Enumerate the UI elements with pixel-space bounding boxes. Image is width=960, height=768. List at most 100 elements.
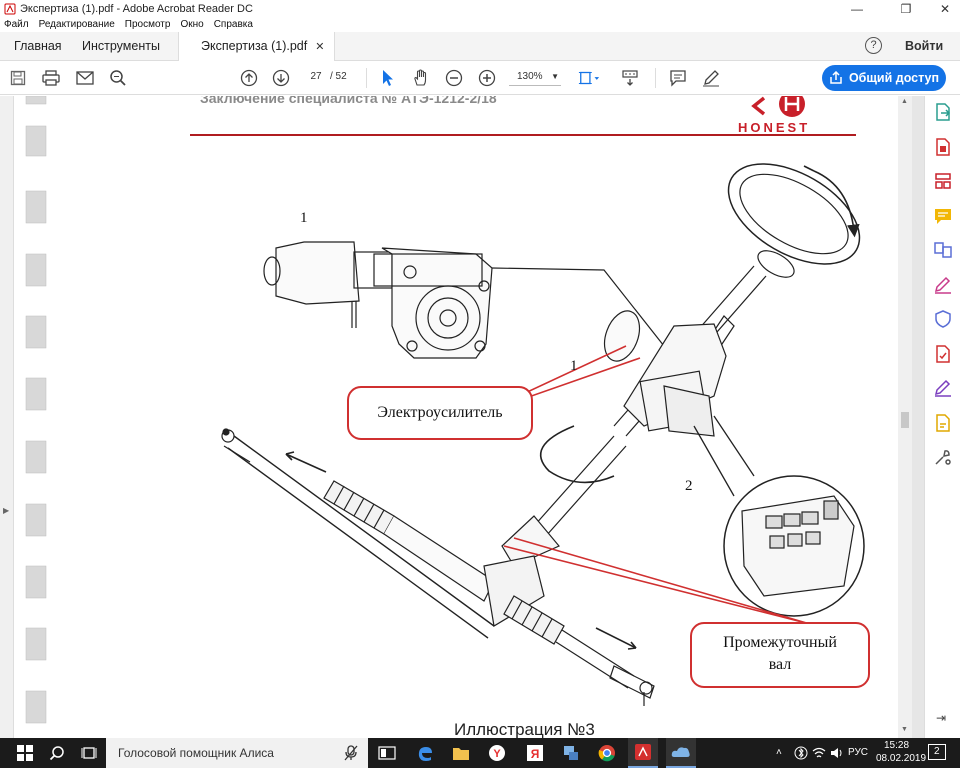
volume-tray-icon[interactable] — [830, 746, 844, 760]
comment-icon[interactable] — [667, 67, 689, 89]
page-total: / 52 — [330, 71, 347, 82]
tab-document[interactable]: Экспертиза (1).pdf ✕ — [178, 32, 336, 61]
left-panel-toggle[interactable]: ▶ — [0, 96, 14, 738]
ecu-drawing — [741, 495, 855, 597]
menu-help[interactable]: Справка — [214, 18, 253, 32]
fill-sign-icon[interactable] — [933, 275, 953, 295]
label-1-motor: 1 — [300, 210, 308, 226]
create-pdf-icon[interactable] — [933, 137, 953, 157]
combine-files-icon[interactable] — [933, 240, 953, 260]
title-bar: Экспертиза (1).pdf - Adobe Acrobat Reade… — [0, 0, 960, 18]
send-review-icon[interactable] — [933, 413, 953, 433]
menu-edit[interactable]: Редактирование — [39, 18, 115, 32]
zoom-value: 130% — [517, 71, 543, 82]
tab-document-label: Экспертиза (1).pdf — [201, 39, 308, 53]
zoom-out-icon[interactable] — [443, 67, 465, 89]
bluetooth-tray-icon[interactable] — [794, 746, 808, 760]
fit-page-icon[interactable] — [578, 67, 600, 89]
edit-pdf-icon[interactable] — [933, 378, 953, 398]
vertical-scrollbar[interactable]: ▲ ▼ — [898, 96, 912, 738]
svg-text:Я: Я — [531, 747, 540, 761]
share-button[interactable]: Общий доступ — [822, 65, 946, 91]
organize-pages-icon[interactable] — [933, 171, 953, 191]
menu-file[interactable]: Файл — [4, 18, 29, 32]
file-explorer-icon[interactable] — [446, 738, 476, 768]
comment-tool-icon[interactable] — [933, 206, 953, 226]
protect-icon[interactable] — [933, 309, 953, 329]
more-tools-icon[interactable] — [933, 447, 953, 467]
help-icon[interactable]: ? — [865, 37, 882, 54]
collapse-panel-icon[interactable]: ⇥ — [936, 711, 946, 725]
cloud-app-icon[interactable] — [666, 738, 696, 768]
edge-browser-icon[interactable] — [410, 738, 440, 768]
export-pdf-icon[interactable] — [933, 102, 953, 122]
notification-center-icon[interactable]: 2 — [928, 744, 946, 760]
steering-column-drawing — [501, 265, 767, 567]
share-icon — [830, 71, 842, 84]
callout-amplifier: Электроусилитель — [347, 386, 533, 440]
wifi-tray-icon[interactable] — [812, 746, 826, 760]
rotation-arrow — [539, 425, 615, 484]
windows-start-icon[interactable] — [10, 738, 40, 768]
scroll-down-icon[interactable]: ▼ — [901, 726, 908, 733]
yandex-browser-icon[interactable]: Y — [482, 738, 512, 768]
figure-caption: Иллюстрация №3 — [454, 720, 595, 738]
search-icon[interactable] — [42, 738, 72, 768]
expand-left-icon: ▶ — [3, 506, 10, 515]
scroll-up-icon[interactable]: ▲ — [901, 98, 908, 105]
zoom-select[interactable]: 130% ▼ — [509, 68, 561, 86]
select-cursor-icon[interactable] — [377, 67, 399, 89]
maximize-button[interactable]: ❐ — [891, 0, 921, 18]
language-indicator[interactable]: РУС — [848, 747, 868, 758]
page-up-icon[interactable] — [238, 67, 260, 89]
toolbar-divider — [366, 68, 367, 88]
sign-icon[interactable] — [700, 67, 722, 89]
tab-close-icon[interactable]: ✕ — [315, 41, 324, 53]
callout-shaft-line2: вал — [768, 656, 792, 673]
network-app-icon[interactable] — [556, 738, 586, 768]
page-down-icon[interactable] — [270, 67, 292, 89]
yandex-app-icon[interactable]: Я — [520, 738, 550, 768]
multitask-app-icon[interactable] — [372, 738, 402, 768]
assistant-search-box[interactable]: Голосовой помощник Алиса — [106, 738, 368, 768]
menu-window[interactable]: Окно — [180, 18, 203, 32]
login-button[interactable]: Войти — [905, 32, 943, 61]
clock-date[interactable]: 08.02.2019 — [876, 753, 926, 764]
boot-right — [503, 595, 565, 645]
microphone-icon[interactable] — [336, 738, 366, 768]
email-icon[interactable] — [74, 67, 96, 89]
acrobat-reader-taskbar-icon[interactable] — [628, 738, 658, 768]
clock-time[interactable]: 15:28 — [884, 740, 909, 751]
chrome-browser-icon[interactable] — [592, 738, 622, 768]
minimize-button[interactable]: — — [842, 0, 872, 18]
tab-home[interactable]: Главная — [14, 32, 62, 61]
toolbar-divider — [655, 68, 656, 88]
rack-right-arrow — [595, 627, 637, 649]
hand-icon[interactable] — [410, 67, 432, 89]
scrollbar-thumb[interactable] — [901, 412, 909, 428]
window-title: Экспертиза (1).pdf - Adobe Acrobat Reade… — [20, 3, 253, 15]
pdf-page: Заключение специалиста № АТЭ-1212-2/18 H… — [14, 96, 898, 738]
right-tools-panel: ⇥ — [924, 96, 960, 738]
share-label: Общий доступ — [848, 71, 940, 85]
windows-taskbar: Голосовой помощник Алиса Y Я ˄ РУС 15:28… — [0, 738, 960, 768]
print-icon[interactable] — [40, 67, 62, 89]
scroll-mode-icon[interactable] — [619, 67, 641, 89]
chevron-down-icon: ▼ — [551, 72, 559, 81]
menu-bar: Файл Редактирование Просмотр Окно Справк… — [0, 18, 960, 32]
save-icon[interactable] — [7, 67, 29, 89]
acrobat-app-icon — [4, 3, 16, 15]
zoom-in-icon[interactable] — [476, 67, 498, 89]
close-window-button[interactable]: ✕ — [930, 0, 960, 18]
tab-tools[interactable]: Инструменты — [82, 32, 160, 61]
search-icon[interactable] — [107, 67, 129, 89]
send-signature-icon[interactable] — [933, 344, 953, 364]
page-number-input[interactable]: 27 — [302, 68, 330, 86]
task-view-icon[interactable] — [74, 738, 104, 768]
tab-bar: Главная Инструменты Экспертиза (1).pdf ✕ — [0, 32, 960, 61]
tray-overflow-icon[interactable]: ˄ — [776, 747, 782, 758]
label-1-column: 1 — [570, 358, 578, 374]
menu-view[interactable]: Просмотр — [125, 18, 171, 32]
svg-text:Y: Y — [493, 748, 501, 760]
notification-count: 2 — [934, 746, 940, 757]
